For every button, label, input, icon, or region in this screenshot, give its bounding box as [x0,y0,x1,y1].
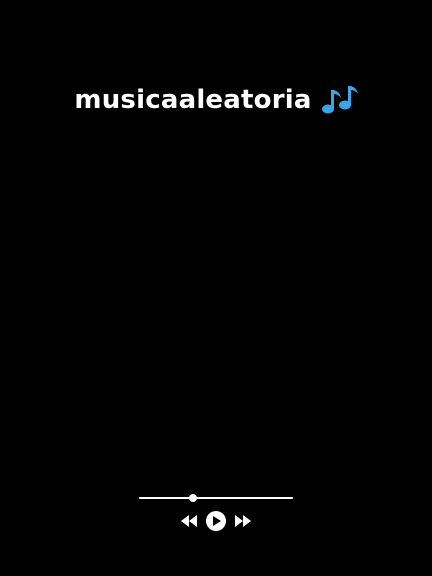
fast-forward-icon[interactable] [234,515,252,527]
title-row: musicaaleatoria [0,80,432,120]
rewind-icon[interactable] [180,515,198,527]
page-title: musicaaleatoria [74,85,312,115]
musical-notes-icon [320,83,358,117]
player-screen: musicaaleatoria [0,0,432,576]
playback-controls [180,510,252,532]
progress-slider[interactable] [139,491,293,505]
progress-thumb[interactable] [188,494,197,502]
progress-track[interactable] [139,497,293,499]
play-icon[interactable] [205,510,227,532]
